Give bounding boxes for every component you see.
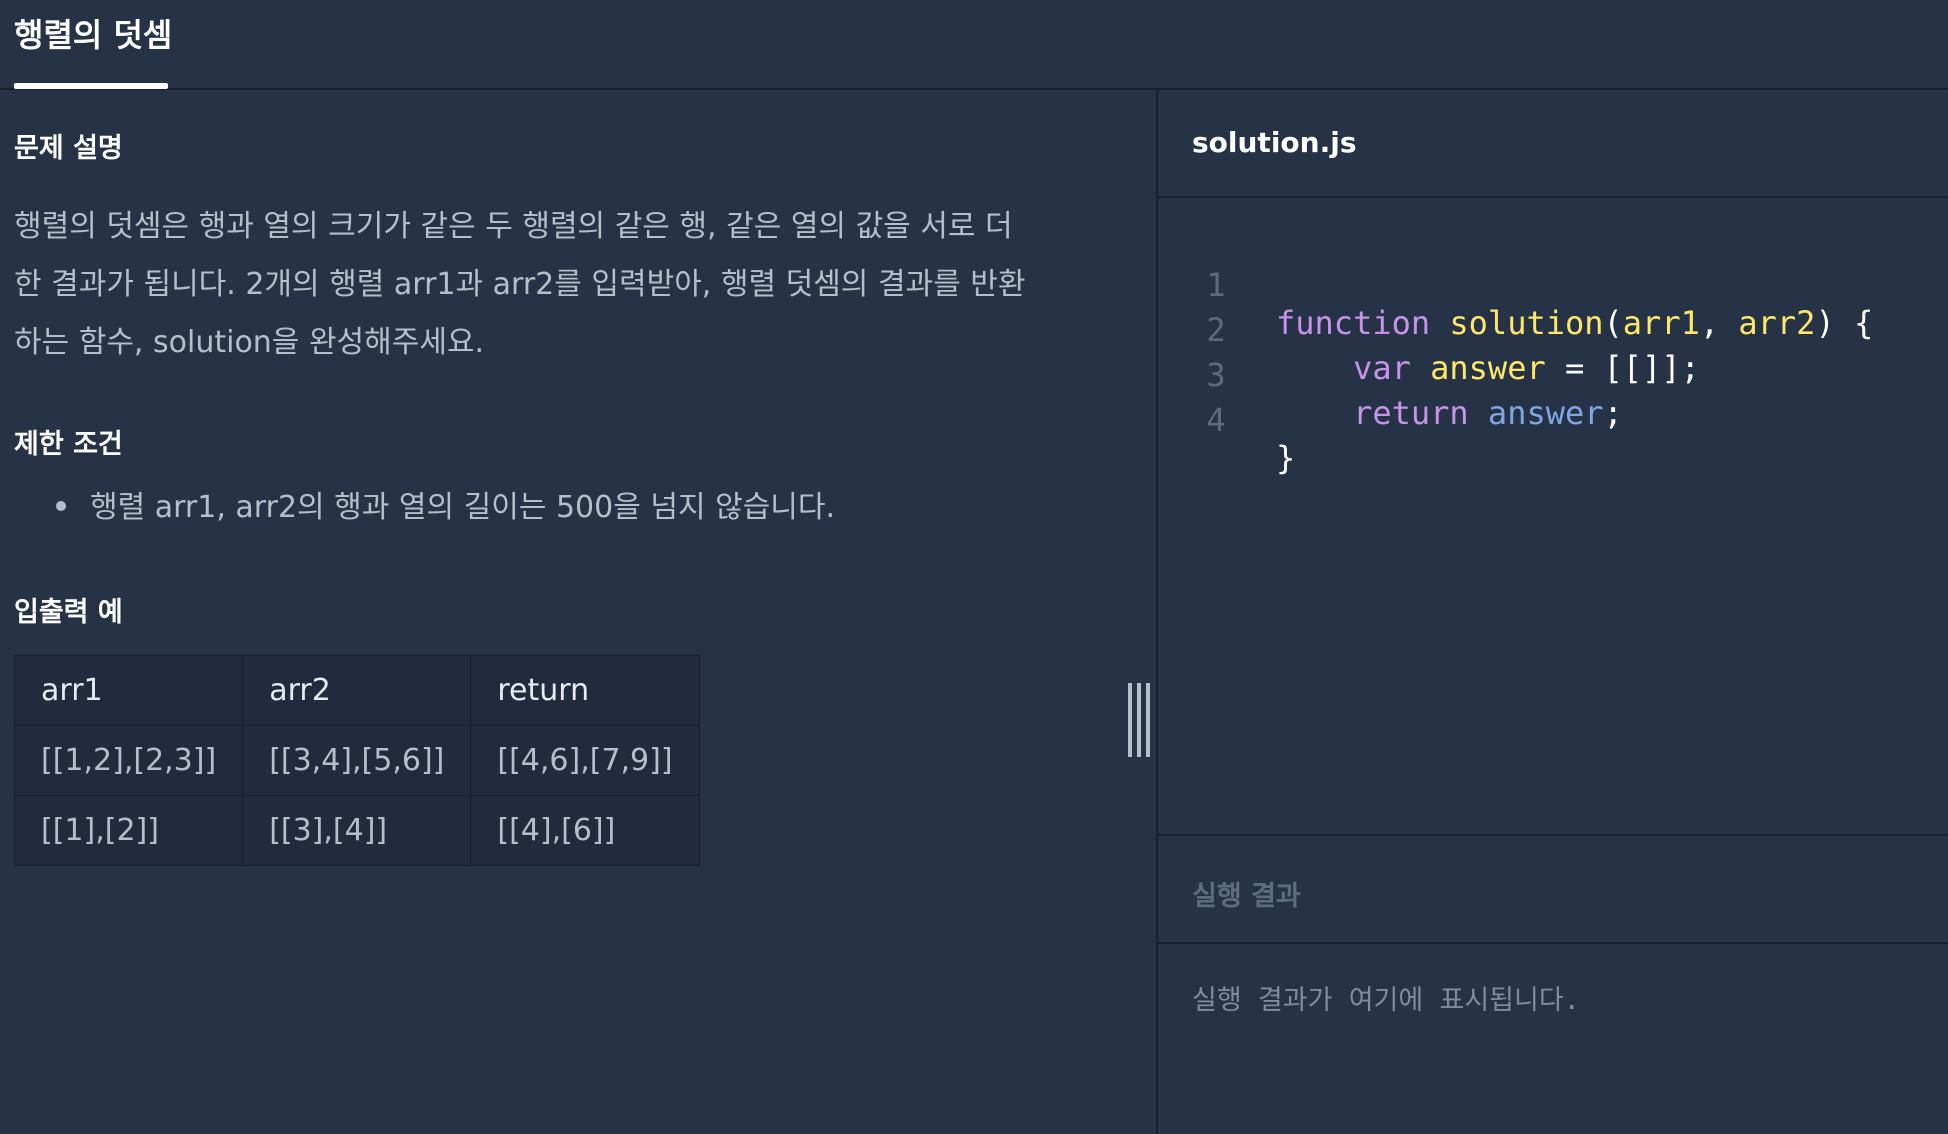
code-editor[interactable]: 1 function solution(arr1, arr2) { 2 var … xyxy=(1158,198,1948,834)
panel-resize-handle[interactable] xyxy=(1128,683,1150,757)
code-token: arr2 xyxy=(1738,304,1816,342)
code-line: 3 return answer; xyxy=(1158,318,1622,432)
line-number: 4 xyxy=(1206,401,1226,439)
result-heading: 실행 결과 xyxy=(1192,881,1301,912)
table-cell: [[1,2],[2,3]] xyxy=(13,725,244,796)
constraint-text: 행렬 arr1, arr2의 행과 열의 길이는 500을 넘지 않습니다. xyxy=(90,490,836,525)
problem-description: 행렬의 덧셈은 행과 열의 크기가 같은 두 행렬의 같은 행, 같은 열의 값… xyxy=(14,198,1074,372)
top-tab-bar: 행렬의 덧셈 xyxy=(0,0,1948,90)
code-token: arr1 xyxy=(1622,304,1700,342)
code-token: ( xyxy=(1603,304,1623,342)
code-token: } xyxy=(1276,439,1296,477)
editor-panel: solution.js 1 function solution(arr1, ar… xyxy=(1156,90,1948,1134)
active-tab-indicator xyxy=(14,83,168,89)
tab-problem-title[interactable]: 행렬의 덧셈 xyxy=(14,0,172,90)
code-token: answer xyxy=(1430,349,1546,387)
table-cell: [[4,6],[7,9]] xyxy=(470,725,700,796)
constraint-item: 행렬 arr1, arr2의 행과 열의 길이는 500을 넘지 않습니다. xyxy=(56,482,835,526)
table-header-cell: arr1 xyxy=(13,655,244,726)
code-line: 1 function solution(arr1, arr2) { xyxy=(1158,228,1873,342)
bullet-icon xyxy=(56,501,66,511)
table-header-cell: return xyxy=(470,655,700,726)
description-heading: 문제 설명 xyxy=(14,133,123,164)
code-token: function xyxy=(1276,304,1431,342)
code-line: 4 } xyxy=(1158,363,1295,477)
file-header: solution.js xyxy=(1158,90,1948,198)
result-output: 실행 결과가 여기에 표시됩니다. xyxy=(1192,985,1580,1016)
code-line: 2 var answer = [[]]; xyxy=(1158,273,1699,387)
result-header: 실행 결과 xyxy=(1158,834,1948,944)
description-line: 하는 함수, solution을 완성해주세요. xyxy=(14,325,485,360)
table-cell: [[3],[4]] xyxy=(242,795,472,866)
description-line: 행렬의 덧셈은 행과 열의 크기가 같은 두 행렬의 같은 행, 같은 열의 값… xyxy=(14,209,1013,244)
table-row: [[1,2],[2,3]] [[3,4],[5,6]] [[4,6],[7,9]… xyxy=(13,725,700,796)
io-example-table: arr1 arr2 return [[1,2],[2,3]] [[3,4],[5… xyxy=(13,655,700,866)
code-token: solution xyxy=(1449,304,1604,342)
table-header-row: arr1 arr2 return xyxy=(13,655,700,726)
table-cell: [[1],[2]] xyxy=(13,795,244,866)
table-cell: [[3,4],[5,6]] xyxy=(242,725,472,796)
code-token: ; xyxy=(1603,394,1623,432)
table-header-cell: arr2 xyxy=(242,655,472,726)
code-token: return xyxy=(1353,394,1469,432)
table-row: [[1],[2]] [[3],[4]] [[4],[6]] xyxy=(13,795,700,866)
constraints-heading: 제한 조건 xyxy=(14,429,123,460)
description-line: 한 결과가 됩니다. 2개의 행렬 arr1과 arr2를 입력받아, 행렬 덧… xyxy=(14,267,1026,302)
examples-heading: 입출력 예 xyxy=(14,597,123,628)
code-token: ) { xyxy=(1815,304,1874,342)
problem-panel: 문제 설명 행렬의 덧셈은 행과 열의 크기가 같은 두 행렬의 같은 행, 같… xyxy=(0,90,1156,1134)
file-name: solution.js xyxy=(1192,126,1357,159)
code-token: answer xyxy=(1487,394,1604,432)
code-token: , xyxy=(1699,304,1739,342)
code-token: var xyxy=(1353,349,1411,387)
table-cell: [[4],[6]] xyxy=(470,795,700,866)
code-token: = [[]]; xyxy=(1545,349,1700,387)
